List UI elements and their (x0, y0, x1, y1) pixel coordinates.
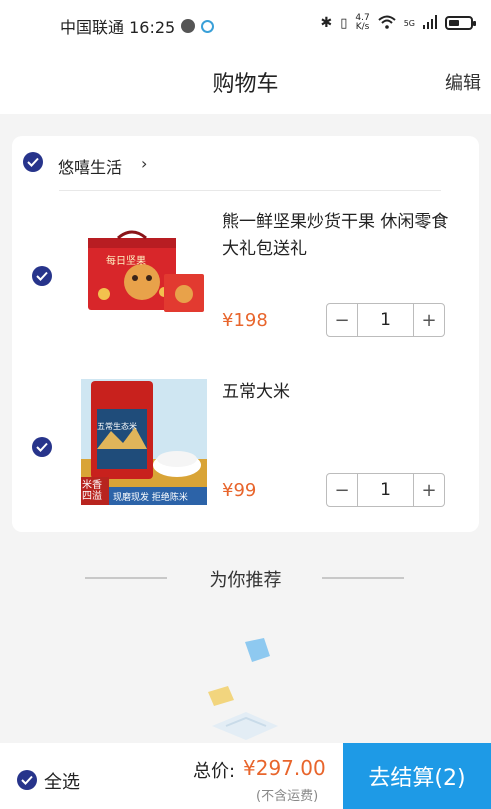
shipping-note: (不含运费) (256, 789, 319, 804)
select-all-check-icon[interactable] (17, 770, 37, 790)
decrease-button[interactable]: − (327, 304, 357, 336)
product-image[interactable]: 五常生态米 米香四溢 现磨现发 拒绝陈米 (81, 379, 207, 505)
select-all-label[interactable]: 全选 (44, 768, 80, 794)
divider (322, 577, 404, 579)
shop-check-icon[interactable] (23, 152, 43, 172)
checkout-button[interactable]: 去结算(2) (343, 743, 491, 809)
carrier-time: 中国联通 16:25 (60, 18, 176, 37)
decrease-button[interactable]: − (327, 474, 357, 506)
page-header: 购物车 编辑 (0, 52, 491, 114)
cart-card: 悠嘻生活 › 每日坚果 熊一鲜坚果炒货干果 休闲零食大礼包送礼 ¥198 − 1… (12, 136, 479, 532)
signal-icon (423, 14, 437, 32)
total-value: ¥297.00 (243, 756, 326, 780)
item-check-icon[interactable] (32, 266, 52, 286)
product-title[interactable]: 五常大米 (222, 379, 460, 406)
product-image-badge: 米香四溢 (82, 480, 102, 502)
increase-button[interactable]: + (414, 474, 444, 506)
total-label: 总价: (193, 761, 236, 782)
net-type: 5G (403, 18, 415, 28)
product-title[interactable]: 熊一鲜坚果炒货干果 休闲零食大礼包送礼 (222, 209, 460, 263)
recommend-title: 为你推荐 (209, 570, 282, 591)
product-image[interactable]: 每日坚果 (84, 224, 210, 324)
bluetooth-icon: ✱ (320, 15, 333, 31)
product-price: ¥99 (222, 480, 257, 501)
edit-button[interactable]: 编辑 (445, 69, 481, 95)
network-speed: 4.7 K/s (355, 14, 369, 32)
page-title: 购物车 (212, 72, 279, 97)
item-check-icon[interactable] (32, 437, 52, 457)
product-image-caption: 五常生态米 (97, 422, 137, 431)
message-icon (181, 19, 196, 33)
product-price: ¥198 (222, 310, 268, 331)
product-image-banner: 现磨现发 拒绝陈米 (113, 493, 188, 503)
chat-icon (201, 19, 215, 33)
status-bar: 中国联通 16:25 ✱ ▯ 4.7 K/s 5G (0, 0, 491, 52)
quantity-stepper: − 1 + (326, 303, 445, 337)
status-left: 中国联通 16:25 (60, 14, 215, 38)
increase-button[interactable]: + (414, 304, 444, 336)
chevron-right-icon[interactable]: › (141, 154, 147, 173)
quantity-value[interactable]: 1 (357, 304, 414, 336)
wifi-icon (378, 15, 396, 32)
divider (59, 190, 441, 191)
shop-name[interactable]: 悠嘻生活 (58, 154, 122, 178)
bottom-bar: 全选 总价: ¥297.00 (不含运费) 去结算(2) (0, 743, 491, 809)
battery-icon (445, 16, 476, 30)
product-image-caption: 每日坚果 (106, 256, 146, 267)
quantity-value[interactable]: 1 (357, 474, 414, 506)
speed-unit: K/s (355, 22, 370, 32)
empty-illustration (190, 630, 310, 740)
vibrate-icon: ▯ (340, 15, 348, 31)
quantity-stepper: − 1 + (326, 473, 445, 507)
status-right: ✱ ▯ 4.7 K/s 5G (320, 14, 476, 32)
